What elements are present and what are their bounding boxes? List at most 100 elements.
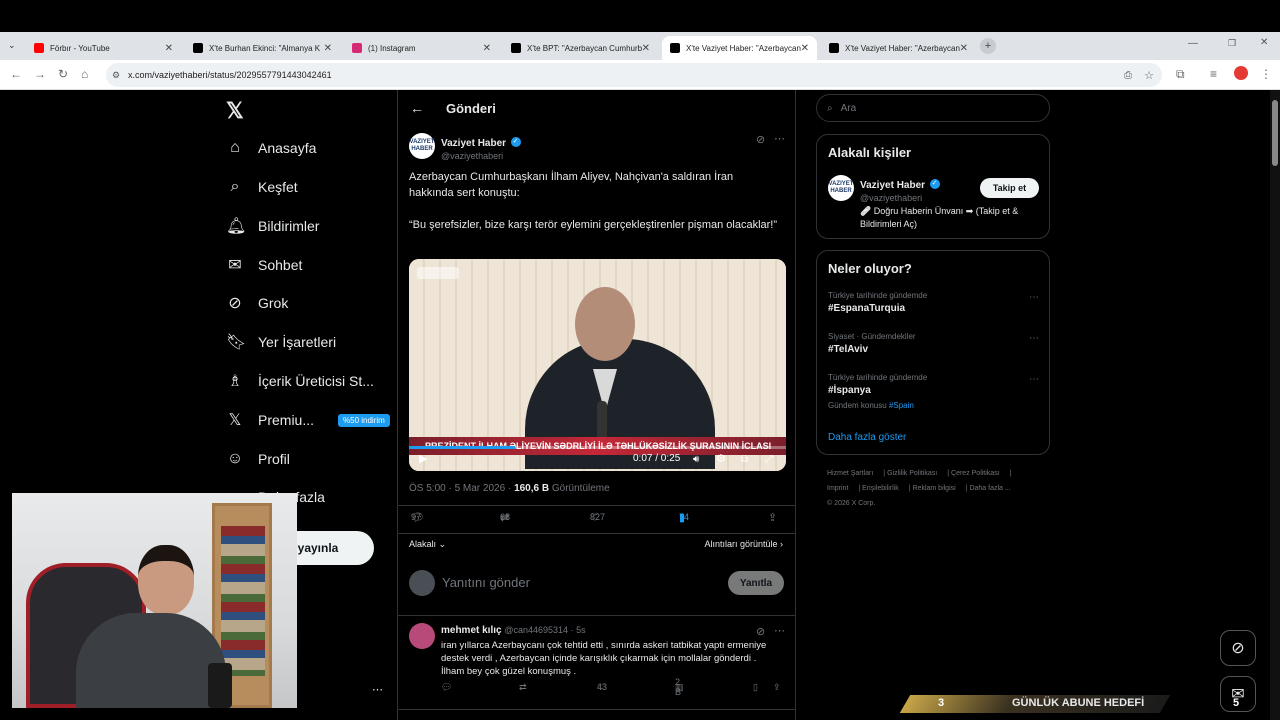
footer-link[interactable]: Daha fazla ... bbox=[969, 485, 1010, 492]
forward-icon[interactable]: → bbox=[34, 67, 46, 81]
reload-icon[interactable]: ↻ bbox=[58, 67, 68, 81]
bookmark-star-icon[interactable]: ☆ bbox=[1144, 69, 1154, 82]
timestamp[interactable]: ÖS 5:00 · 5 Mar 2026 · bbox=[409, 483, 511, 494]
footer-link[interactable]: Gizlilik Politikası bbox=[887, 470, 937, 477]
scrollbar-thumb[interactable] bbox=[1272, 100, 1278, 166]
footer-link[interactable]: Reklam bilgisi bbox=[913, 485, 956, 492]
nav-creator-studio[interactable]: ♗ İçerik Üreticisi St... bbox=[226, 366, 374, 396]
reply-author-handle[interactable]: @can44695314 · 5s bbox=[504, 625, 585, 635]
view-quotes-link[interactable]: Alıntıları görüntüle › bbox=[704, 539, 783, 549]
screen-top-bar bbox=[0, 0, 1280, 32]
nav-label: İçerik Üreticisi St... bbox=[258, 373, 374, 389]
footer-link[interactable]: Erişilebilirlik bbox=[862, 485, 899, 492]
tab-x-bpt[interactable]: X'te BPT: "Azerbaycan Cumhurb ✕ bbox=[503, 36, 658, 60]
address-bar[interactable]: ⚙ x.com/vaziyethaberi/status/20295577914… bbox=[106, 63, 1162, 87]
close-icon[interactable]: ✕ bbox=[801, 43, 809, 54]
nav-notifications[interactable]: 🔔︎ Bildirimler bbox=[226, 211, 319, 241]
minimize-icon[interactable]: — bbox=[1188, 38, 1198, 49]
share-icon: ⇪ bbox=[773, 681, 781, 692]
trend-extra-link[interactable]: #Spain bbox=[889, 401, 914, 410]
author-avatar[interactable]: VAZIYET HABER bbox=[409, 133, 435, 159]
footer-link[interactable]: Çerez Politikası bbox=[951, 470, 1000, 477]
related-avatar[interactable]: VAZIYET HABER bbox=[828, 175, 854, 201]
related-bio: 🩹 Doğru Haberin Ünvanı ➡ (Takip et & Bil… bbox=[860, 206, 1019, 229]
related-handle[interactable]: @vaziyethaberi bbox=[860, 193, 940, 203]
close-icon[interactable]: ✕ bbox=[960, 43, 968, 54]
tab-youtube[interactable]: Förbır - YouTube ✕ bbox=[26, 36, 181, 60]
trend-more-icon[interactable]: ⋯ bbox=[1029, 374, 1039, 385]
close-icon[interactable]: ✕ bbox=[642, 43, 650, 54]
copyright: © 2026 X Corp. bbox=[827, 500, 876, 507]
nav-messages[interactable]: ✉ Sohbet bbox=[226, 250, 302, 280]
relevance-dropdown[interactable]: Alakalı ⌄ bbox=[409, 539, 446, 550]
avatar-logo-text: VAZIYET HABER bbox=[409, 139, 435, 152]
volume-icon[interactable]: 🔊︎ bbox=[693, 454, 699, 465]
extensions-icon[interactable]: ⧉ bbox=[1176, 67, 1185, 82]
nav-label: Keşfet bbox=[258, 179, 298, 195]
mail-icon: ✉ bbox=[228, 257, 242, 274]
site-info-icon[interactable]: ⚙ bbox=[112, 70, 120, 81]
grok-float-button[interactable]: ⊘ bbox=[1220, 630, 1256, 666]
tab-instagram[interactable]: (1) Instagram ✕ bbox=[344, 36, 499, 60]
close-icon[interactable]: ✕ bbox=[324, 43, 332, 54]
trend-category: Türkiye tarihinde gündemde bbox=[828, 373, 928, 382]
related-name[interactable]: Vaziyet Haber bbox=[860, 180, 925, 191]
author-handle[interactable]: @vaziyethaberi bbox=[441, 151, 521, 161]
home-icon[interactable]: ⌂ bbox=[81, 67, 88, 81]
avatar-logo-text: VAZIYET HABER bbox=[828, 181, 854, 194]
nav-explore[interactable]: ⌕ Keşfet bbox=[226, 172, 298, 202]
pip-icon[interactable]: ⧉ bbox=[741, 454, 748, 465]
more-options-icon[interactable]: ⋯ bbox=[774, 624, 785, 637]
window-close-icon[interactable]: ✕ bbox=[1260, 37, 1268, 48]
play-icon[interactable]: ▶ bbox=[419, 452, 427, 465]
fullscreen-icon[interactable]: ⤢ bbox=[765, 454, 773, 465]
video-progress-track[interactable] bbox=[409, 446, 786, 449]
new-tab-button[interactable]: + bbox=[980, 38, 996, 54]
page-scrollbar[interactable] bbox=[1270, 90, 1280, 720]
nav-grok[interactable]: ⊘ Grok bbox=[226, 288, 288, 318]
profile-avatar-icon[interactable] bbox=[1234, 66, 1248, 80]
more-options-icon[interactable]: ⋯ bbox=[774, 132, 785, 145]
nav-label: Grok bbox=[258, 295, 289, 311]
reply-author-name[interactable]: mehmet kılıç bbox=[441, 625, 502, 636]
media-icon[interactable]: ≡ bbox=[1210, 67, 1217, 81]
trend-more-icon[interactable]: ⋯ bbox=[1029, 292, 1039, 303]
tab-search-chevron-icon[interactable]: ⌄ bbox=[8, 40, 16, 51]
nav-profile[interactable]: ☺ Profil bbox=[226, 444, 290, 474]
menu-kebab-icon[interactable]: ⋮ bbox=[1260, 67, 1272, 81]
author-info: Vaziyet Haber ✓ @vaziyethaberi bbox=[441, 133, 521, 161]
shelf-books bbox=[221, 526, 265, 676]
tab-x-vaziyet[interactable]: X'te Vaziyet Haber: "Azerbaycan ✕ bbox=[821, 36, 976, 60]
tab-x-burhan[interactable]: X'te Burhan Ekinci: "Almanya K ✕ bbox=[185, 36, 340, 60]
grok-explain-icon[interactable]: ⊘ bbox=[756, 625, 765, 638]
nav-home[interactable]: ⌂ Anasayfa bbox=[226, 133, 316, 163]
search-input[interactable]: ⌕ Ara bbox=[816, 94, 1050, 122]
reply-input[interactable]: Yanıtını gönder bbox=[442, 575, 530, 590]
author-name[interactable]: Vaziyet Haber bbox=[441, 138, 506, 149]
reply-submit-button[interactable]: Yanıtla bbox=[728, 571, 784, 595]
install-icon[interactable]: ⎙ bbox=[1124, 70, 1132, 81]
back-arrow-icon[interactable]: ← bbox=[410, 100, 424, 116]
search-icon: ⌕ bbox=[827, 102, 833, 114]
nav-bookmarks[interactable]: 🔖︎ Yer İşaretleri bbox=[226, 327, 336, 357]
trend-more-icon[interactable]: ⋯ bbox=[1029, 333, 1039, 344]
show-more-link[interactable]: Daha fazla göster bbox=[828, 432, 906, 443]
footer-links: Hizmet Şartları | Gizlilik Politikası | Çe… bbox=[827, 470, 1012, 507]
nav-premium[interactable]: 𝕏 Premiu... %50 indirim bbox=[226, 405, 390, 435]
reply-avatar[interactable] bbox=[409, 623, 435, 649]
back-icon[interactable]: ← bbox=[10, 67, 22, 81]
view-count: 2 B bbox=[675, 677, 682, 697]
x-logo-icon[interactable]: 𝕏 bbox=[226, 98, 244, 124]
footer-link[interactable]: Imprint bbox=[827, 485, 848, 492]
trend-category: Siyaset · Gündemdekiler bbox=[828, 332, 916, 341]
footer-link[interactable]: Hizmet Şartları bbox=[827, 470, 873, 477]
video-player[interactable]: PREZİDENT İLHAM ƏLİYEVİN SƏDRLİYİ İLƏ TƏ… bbox=[409, 259, 786, 471]
grok-explain-icon[interactable]: ⊘ bbox=[756, 133, 765, 146]
maximize-icon[interactable]: ❐ bbox=[1228, 38, 1236, 49]
close-icon[interactable]: ✕ bbox=[165, 43, 173, 54]
settings-gear-icon[interactable]: ⚙ bbox=[716, 452, 726, 465]
follow-button[interactable]: Takip et bbox=[980, 178, 1039, 198]
tab-x-vaziyet-active[interactable]: X'te Vaziyet Haber: "Azerbaycan ✕ bbox=[662, 36, 817, 60]
video-progress-fill bbox=[409, 446, 515, 449]
close-icon[interactable]: ✕ bbox=[483, 43, 491, 54]
